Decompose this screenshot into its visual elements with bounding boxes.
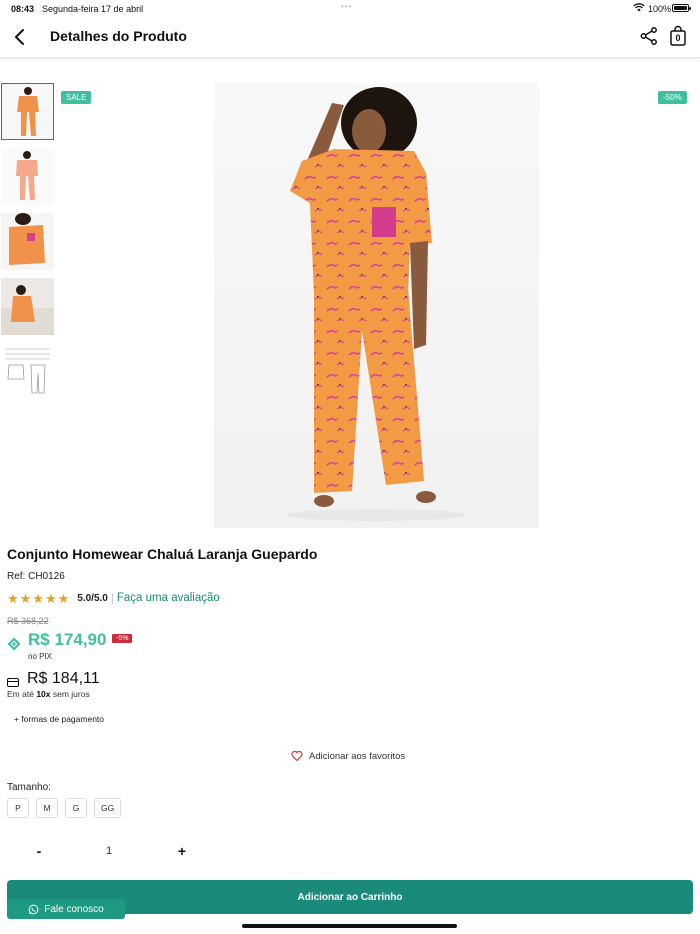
size-option-g[interactable]: G [65, 798, 87, 818]
back-arrow-icon[interactable] [10, 26, 32, 48]
cart-button[interactable]: 0 [669, 25, 687, 47]
pajama-front-thumbnail [2, 84, 53, 139]
navbar: Detalhes do Produto 0 [0, 18, 700, 58]
thumbnail-detail[interactable] [1, 213, 54, 270]
contact-us-button[interactable]: Fale conosco [7, 899, 125, 919]
multitask-dots: ••• [341, 2, 353, 11]
quantity-increase-button[interactable]: + [176, 843, 188, 859]
discount-badge: -50% [658, 91, 687, 104]
product-main-image[interactable] [214, 83, 539, 528]
wifi-icon [633, 3, 645, 12]
star-icon: ★ [19, 590, 32, 606]
size-selector: P M G GG [7, 798, 122, 818]
thumbnail-size-chart[interactable] [1, 343, 54, 400]
installments-prefix: Em até [7, 689, 34, 699]
pajama-detail-thumbnail [1, 213, 54, 270]
add-to-favorites-button[interactable]: Adicionar aos favoritos [291, 750, 405, 762]
pix-label: no PIX [28, 652, 53, 661]
add-to-favorites-label: Adicionar aos favoritos [309, 750, 406, 762]
product-title: Conjunto Homewear Chaluá Laranja Guepard… [7, 546, 318, 562]
rating-score: 5.0/5.0 [77, 592, 108, 604]
pajama-lifestyle-thumbnail [1, 278, 54, 335]
star-icon: ★ [7, 590, 19, 606]
credit-card-icon [7, 678, 19, 687]
installments-count: 10x [36, 689, 51, 699]
pix-icon [7, 637, 21, 651]
battery-icon [672, 4, 691, 12]
status-time: 08:43 [11, 4, 35, 14]
payment-methods-link[interactable]: + formas de pagamento [14, 714, 104, 724]
thumbnail-back[interactable] [1, 148, 54, 205]
rating-stars: ★ ★ ★ ★ ★ [7, 592, 69, 605]
old-price: R$ 368,22 [7, 616, 49, 626]
pix-price: R$ 174,90 [28, 630, 107, 649]
star-icon: ★ [32, 590, 44, 606]
quantity-value: 1 [106, 845, 113, 857]
size-option-p[interactable]: P [7, 798, 29, 818]
write-review-link[interactable]: Faça uma avaliação [117, 592, 220, 604]
home-indicator[interactable] [242, 924, 457, 928]
page-title: Detalhes do Produto [50, 28, 187, 44]
installments-text: Em até 10x sem juros [7, 689, 90, 699]
thumbnail-lifestyle[interactable] [1, 278, 54, 335]
status-date: Segunda-feira 17 de abril [42, 4, 144, 14]
cart-count: 0 [675, 33, 681, 43]
product-ref: Ref: CH0126 [7, 571, 65, 582]
size-label: Tamanho: [7, 782, 51, 793]
contact-us-label: Fale conosco [44, 903, 104, 915]
share-icon[interactable] [639, 26, 659, 46]
whatsapp-icon [28, 904, 39, 914]
pajama-model-photo [214, 83, 539, 528]
rating-row: ★ ★ ★ ★ ★ 5.0/5.0 Faça uma avaliação [7, 591, 220, 605]
installments-suffix: sem juros [52, 689, 90, 699]
size-option-m[interactable]: M [36, 798, 58, 818]
star-icon: ★ [44, 590, 57, 606]
rating-divider [111, 592, 113, 604]
size-option-gg[interactable]: GG [94, 798, 122, 818]
status-bar: 08:43 Segunda-feira 17 de abril ••• 100% [0, 0, 700, 18]
thumbnail-front[interactable] [1, 83, 54, 140]
card-price: R$ 184,11 [27, 670, 100, 687]
sale-badge: SALE [61, 91, 92, 104]
size-chart-thumbnail [1, 343, 54, 400]
pajama-back-thumbnail [1, 148, 54, 205]
battery-percent: 100% [648, 4, 672, 14]
heart-icon [291, 750, 303, 762]
quantity-decrease-button[interactable]: - [33, 843, 45, 859]
star-icon: ★ [57, 590, 70, 606]
pix-discount-badge: -5% [112, 634, 133, 643]
